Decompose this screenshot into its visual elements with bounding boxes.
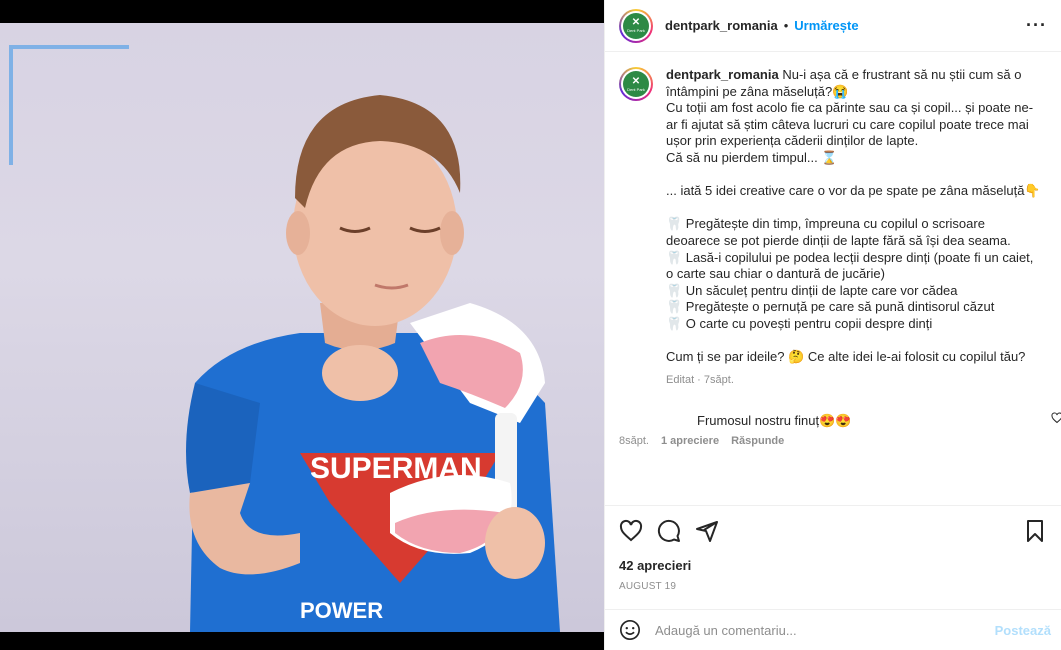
logo-text: Dent Park xyxy=(627,86,645,92)
comment-like-heart-icon[interactable] xyxy=(1051,412,1061,424)
comment-text: Frumosul nostru finuț😍😍 xyxy=(697,413,852,429)
caption-line: 🦷 Un săculeț pentru dinții de lapte care… xyxy=(666,282,958,298)
comment-time: 8săpt. xyxy=(619,435,649,448)
action-icons xyxy=(619,518,1047,544)
caption-line: 🦷 Pregătește o pernuță pe care să pună d… xyxy=(666,299,995,315)
caption-line: 🦷 Lasă-i copilului pe podea lecții despr… xyxy=(666,249,1034,282)
comment-item: Frumosul nostru finuț😍😍 8săpt. 1 aprecie… xyxy=(619,412,1061,447)
bookmark-icon[interactable] xyxy=(1023,519,1047,543)
comment-likes-link[interactable]: 1 apreciere xyxy=(661,435,719,447)
more-options-icon[interactable]: ··· xyxy=(1026,15,1047,36)
boy-with-dental-model-illustration: SUPERMAN POWER xyxy=(186,95,560,632)
follow-button[interactable]: Urmărește xyxy=(794,18,858,33)
avatar[interactable]: ✕ Dent Park xyxy=(619,8,653,43)
post-photo[interactable]: SUPERMAN POWER xyxy=(0,23,604,632)
caption-line: 🦷 O carte cu povești pentru copii despre… xyxy=(666,315,933,331)
caption-line: 🦷 Pregătește din timp, împreuna cu copil… xyxy=(666,216,1011,248)
add-comment-bar: Postează xyxy=(605,609,1061,650)
caption-line: Că să nu pierdem timpul... ⌛ xyxy=(666,149,838,165)
post-date: AUGUST 19 xyxy=(619,581,677,592)
comments-section[interactable]: ✕ Dent Park dentpark_romania Nu-i așa că… xyxy=(605,53,1061,505)
comment-icon[interactable] xyxy=(657,519,681,543)
caption-avatar[interactable]: ✕ Dent Park xyxy=(619,67,653,101)
reply-button[interactable]: Răspunde xyxy=(731,435,784,447)
dentpark-logo: ✕ Dent Park xyxy=(623,71,649,97)
logo-text: Dent Park xyxy=(627,28,645,33)
heart-icon[interactable] xyxy=(619,519,643,543)
caption-text: dentpark_romania Nu-i așa că e frustrant… xyxy=(666,67,1041,388)
svg-text:POWER: POWER xyxy=(300,598,383,623)
caption-username[interactable]: dentpark_romania xyxy=(666,67,779,82)
emoji-icon[interactable] xyxy=(619,619,641,641)
post-actions: 42 aprecieri AUGUST 19 xyxy=(605,505,1061,592)
logo-mark: ✕ xyxy=(631,75,641,87)
author-username[interactable]: dentpark_romania xyxy=(665,18,778,33)
instagram-post-view: SUPERMAN POWER ✕ Dent Park dentpark_roma… xyxy=(0,0,1061,650)
caption-line: ... iată 5 idei creative care o vor da p… xyxy=(666,183,1041,199)
caption-line: dentpark_romania Nu-i așa că e frustrant… xyxy=(666,67,1022,99)
post-details-panel: ✕ Dent Park dentpark_romania • Urmărește… xyxy=(604,0,1061,650)
caption-line: Cu toții am fost acolo fie ca părinte sa… xyxy=(666,100,1034,149)
separator-dot: • xyxy=(783,18,789,33)
comment-meta: 8săpt. 1 apreciere Răspunde xyxy=(619,435,1045,447)
post-comment-button[interactable]: Postează xyxy=(995,623,1051,638)
share-icon[interactable] xyxy=(695,519,719,543)
logo-mark: ✕ xyxy=(631,17,641,28)
dentpark-logo: ✕ Dent Park xyxy=(623,12,649,39)
comment-input[interactable] xyxy=(655,622,995,638)
caption-meta: Editat · 7săpt. xyxy=(666,373,734,386)
caption-line: Cum ți se par ideile? 🤔 Ce alte idei le-… xyxy=(666,349,1026,365)
post-caption: ✕ Dent Park dentpark_romania Nu-i așa că… xyxy=(619,67,1045,388)
likes-count[interactable]: 42 aprecieri xyxy=(619,558,1047,573)
post-header: ✕ Dent Park dentpark_romania • Urmărește… xyxy=(605,0,1061,52)
